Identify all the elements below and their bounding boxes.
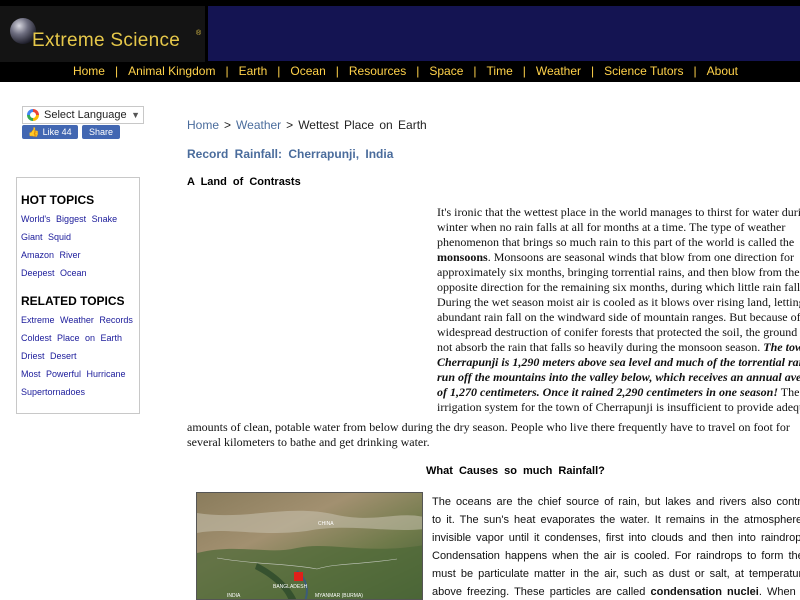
- header-banner: [208, 6, 800, 61]
- nav-separator: |: [277, 64, 281, 78]
- nav-separator: |: [693, 64, 697, 78]
- paragraph-line: phenomenon that brings so much rain to t…: [437, 235, 795, 249]
- satellite-map-image: CHINA BANGLADESH INDIA MYANMAR (BURMA): [196, 492, 423, 600]
- paragraph-line: monsoons. Monsoons are seasonal winds th…: [437, 250, 794, 265]
- hot-topics-heading: HOT TOPICS: [21, 193, 95, 207]
- nav-separator: |: [416, 64, 420, 78]
- paragraph-text: . Monsoons are seasonal winds that blow …: [487, 250, 794, 264]
- nav-weather[interactable]: Weather: [536, 64, 581, 78]
- section-heading-rainfall-causes: What Causes so much Rainfall?: [426, 465, 605, 477]
- facebook-share-button[interactable]: Share: [82, 125, 120, 139]
- map-label-bangladesh: BANGLADESH: [273, 584, 308, 590]
- nav-science-tutors[interactable]: Science Tutors: [604, 64, 683, 78]
- paragraph-line: amounts of clean, potable water from bel…: [187, 420, 790, 434]
- registered-mark: ®: [196, 30, 202, 37]
- paragraph-line: not absorb the rain that falls so heavil…: [437, 340, 800, 355]
- paragraph-text: . When: [758, 586, 796, 598]
- breadcrumb-weather[interactable]: Weather: [236, 118, 281, 132]
- paragraph-line: The oceans are the chief source of rain,…: [432, 496, 800, 508]
- sidebar-link-extreme-weather[interactable]: Extreme Weather Records: [21, 315, 133, 325]
- thumbs-up-icon: 👍: [28, 126, 40, 137]
- site-name: Extreme Science: [32, 30, 181, 51]
- language-select-label: Select Language: [44, 109, 127, 121]
- paragraph-line: of 1,270 centimeters. Once it rained 2,2…: [437, 385, 799, 400]
- nav-about[interactable]: About: [707, 64, 738, 78]
- emphasis-text: The town of: [763, 340, 800, 354]
- paragraph-line: winter when no rain falls at all for mon…: [437, 220, 786, 234]
- page-title: Record Rainfall: Cherrapunji, India: [187, 147, 394, 161]
- paragraph-line: invisible vapor until it condenses, firs…: [432, 532, 800, 544]
- paragraph-line: Condensation happens when the air is coo…: [432, 550, 800, 562]
- sidebar-link-supertornadoes[interactable]: Supertornadoes: [21, 387, 85, 397]
- chevron-down-icon: ▼: [131, 110, 140, 120]
- nav-separator: |: [522, 64, 526, 78]
- map-label-myanmar: MYANMAR (BURMA): [315, 593, 363, 599]
- sidebar-topics: HOT TOPICS World's Biggest Snake Giant S…: [16, 177, 140, 414]
- map-label-china: CHINA: [318, 521, 334, 527]
- breadcrumb-separator: >: [286, 118, 294, 132]
- section-heading-contrasts: A Land of Contrasts: [187, 176, 301, 188]
- emphasis-line: Cherrapunji is 1,290 meters above sea le…: [437, 355, 800, 369]
- breadcrumb-separator: >: [224, 118, 232, 132]
- nav-separator: |: [473, 64, 477, 78]
- nav-resources[interactable]: Resources: [349, 64, 406, 78]
- nav-separator: |: [335, 64, 339, 78]
- monsoons-term: monsoons: [437, 250, 488, 264]
- nav-space[interactable]: Space: [429, 64, 463, 78]
- paragraph-line: widespread destruction of conifer forest…: [437, 325, 800, 339]
- sidebar-link-driest-desert[interactable]: Driest Desert: [21, 351, 77, 361]
- paragraph-line: above freezing. These particles are call…: [432, 586, 796, 598]
- nav-home[interactable]: Home: [73, 64, 105, 78]
- sidebar-link-deepest-ocean[interactable]: Deepest Ocean: [21, 268, 87, 278]
- paragraph-line: abundant rain fall on the windward side …: [437, 310, 800, 324]
- emphasis-text: of 1,270 centimeters. Once it rained 2,2…: [437, 385, 778, 399]
- location-marker: [294, 572, 303, 581]
- nav-separator: |: [591, 64, 595, 78]
- sidebar-link-coldest-place[interactable]: Coldest Place on Earth: [21, 333, 122, 343]
- paragraph-line: must be particulate matter in the air, s…: [432, 568, 800, 580]
- breadcrumb: Home > Weather > Wettest Place on Earth: [187, 118, 427, 132]
- nav-time[interactable]: Time: [487, 64, 513, 78]
- sidebar-link-powerful-hurricane[interactable]: Most Powerful Hurricane: [21, 369, 126, 379]
- paragraph-line: irrigation system for the town of Cherra…: [437, 400, 800, 414]
- like-count-label: Like 44: [42, 127, 72, 137]
- nav-separator: |: [225, 64, 229, 78]
- condensation-nuclei-term: condensation nuclei: [650, 586, 759, 598]
- paragraph-text: The: [778, 385, 800, 399]
- main-nav: Home | Animal Kingdom | Earth | Ocean | …: [0, 61, 800, 81]
- nav-earth[interactable]: Earth: [239, 64, 268, 78]
- paragraph-line: several kilometers to bathe and get drin…: [187, 435, 430, 449]
- sidebar-link-amazon-river[interactable]: Amazon River: [21, 250, 81, 260]
- emphasis-line: run off the mountains into the valley be…: [437, 370, 800, 384]
- related-topics-heading: RELATED TOPICS: [21, 294, 125, 308]
- sidebar-link-giant-squid[interactable]: Giant Squid: [21, 232, 71, 242]
- breadcrumb-home[interactable]: Home: [187, 118, 219, 132]
- paragraph-line: to it. The sun's heat evaporates the wat…: [432, 514, 800, 526]
- google-icon: [27, 109, 39, 121]
- nav-ocean[interactable]: Ocean: [290, 64, 325, 78]
- breadcrumb-current: Wettest Place on Earth: [298, 118, 427, 132]
- nav-animal-kingdom[interactable]: Animal Kingdom: [128, 64, 215, 78]
- nav-separator: |: [114, 64, 119, 78]
- paragraph-line: approximately six months, bringing torre…: [437, 265, 800, 279]
- site-logo[interactable]: Extreme Science ®: [0, 6, 205, 62]
- map-label-india: INDIA: [227, 593, 241, 599]
- sidebar-link-biggest-snake[interactable]: World's Biggest Snake: [21, 214, 117, 224]
- paragraph-line: opposite direction for the remaining six…: [437, 280, 800, 294]
- paragraph-text: not absorb the rain that falls so heavil…: [437, 340, 764, 354]
- facebook-like-button[interactable]: 👍 Like 44: [22, 125, 78, 139]
- paragraph-line: During the wet season moist air is coole…: [437, 295, 800, 309]
- paragraph-line: It's ironic that the wettest place in th…: [437, 205, 800, 219]
- paragraph-text: above freezing. These particles are call…: [432, 586, 651, 598]
- language-select[interactable]: Select Language ▼: [22, 106, 144, 124]
